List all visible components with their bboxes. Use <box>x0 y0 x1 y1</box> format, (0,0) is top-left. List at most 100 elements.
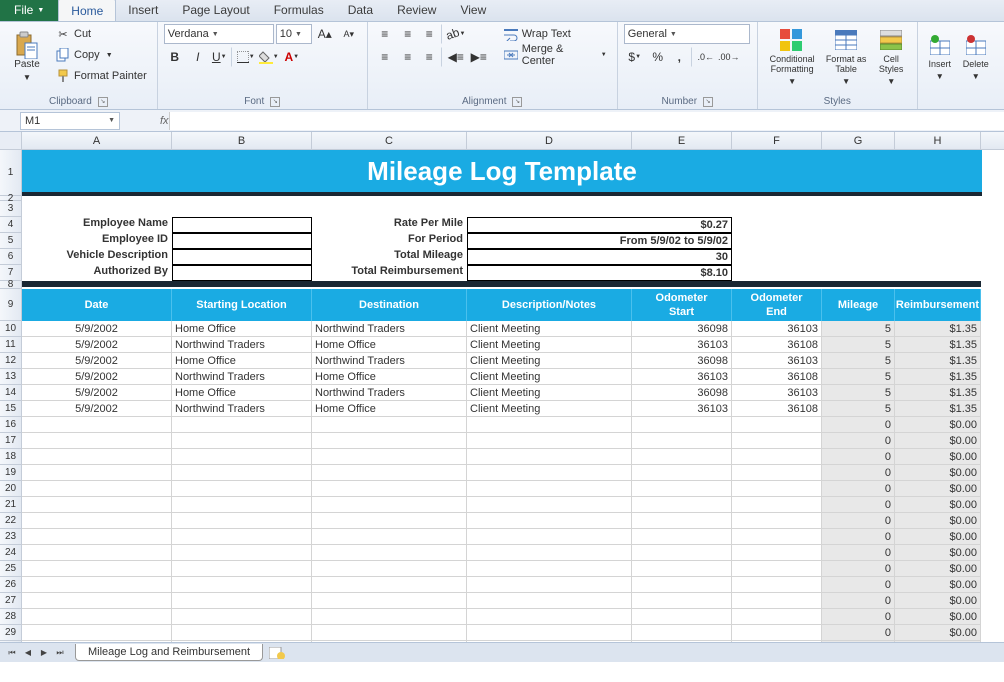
sheet-tab[interactable]: Mileage Log and Reimbursement <box>75 644 263 661</box>
row-header-22[interactable]: 22 <box>0 513 21 529</box>
sheet-nav-next[interactable]: ▶ <box>36 645 52 661</box>
row-header-16[interactable]: 16 <box>0 417 21 433</box>
cell-empty[interactable] <box>22 417 172 433</box>
cell-empty[interactable] <box>467 609 632 625</box>
cell-dest[interactable]: Northwind Traders <box>312 321 467 337</box>
formula-input[interactable] <box>169 112 1004 130</box>
align-right-button[interactable]: ≡ <box>420 47 442 67</box>
align-left-button[interactable]: ≡ <box>374 47 396 67</box>
value-rate[interactable]: $0.27 <box>467 217 732 233</box>
cell-miles[interactable]: 0 <box>822 625 895 641</box>
cell-empty[interactable] <box>22 481 172 497</box>
cell-empty[interactable] <box>467 529 632 545</box>
cell-start[interactable]: Home Office <box>172 353 312 369</box>
cell-empty[interactable] <box>467 593 632 609</box>
input-emp_id[interactable] <box>172 233 312 249</box>
row-header-11[interactable]: 11 <box>0 337 21 353</box>
merge-center-button[interactable]: Merge & Center▼ <box>500 45 611 65</box>
cell-empty[interactable] <box>467 513 632 529</box>
cell-empty[interactable] <box>732 529 822 545</box>
cell-empty[interactable] <box>632 529 732 545</box>
cell-empty[interactable] <box>732 561 822 577</box>
menu-tab-page-layout[interactable]: Page Layout <box>170 0 261 21</box>
row-header-10[interactable]: 10 <box>0 321 21 337</box>
col-header-odometer-start[interactable]: OdometerStart <box>632 289 732 321</box>
cell-empty[interactable] <box>312 609 467 625</box>
cell-odend[interactable]: 36108 <box>732 369 822 385</box>
cell-miles[interactable]: 0 <box>822 529 895 545</box>
cell-empty[interactable] <box>172 449 312 465</box>
cell-start[interactable]: Northwind Traders <box>172 369 312 385</box>
cell-reimb[interactable]: $0.00 <box>895 593 981 609</box>
wrap-text-button[interactable]: Wrap Text <box>500 24 611 44</box>
cell-empty[interactable] <box>467 449 632 465</box>
row-header-12[interactable]: 12 <box>0 353 21 369</box>
cell-empty[interactable] <box>732 577 822 593</box>
input-emp_name[interactable] <box>172 217 312 233</box>
cell-empty[interactable] <box>22 625 172 641</box>
cell-reimb[interactable]: $1.35 <box>895 353 981 369</box>
cell-empty[interactable] <box>632 417 732 433</box>
cell-desc[interactable]: Client Meeting <box>467 385 632 401</box>
cell-dest[interactable]: Home Office <box>312 401 467 417</box>
paste-button[interactable]: Paste ▼ <box>6 24 48 90</box>
sheet-nav-last[interactable]: ⏭ <box>52 645 68 661</box>
cell-miles[interactable]: 0 <box>822 513 895 529</box>
cell-empty[interactable] <box>632 481 732 497</box>
cell-reimb[interactable]: $1.35 <box>895 321 981 337</box>
cell-reimb[interactable]: $0.00 <box>895 625 981 641</box>
cell-reimb[interactable]: $0.00 <box>895 497 981 513</box>
cell-empty[interactable] <box>732 481 822 497</box>
cell-miles[interactable]: 0 <box>822 609 895 625</box>
cell-empty[interactable] <box>172 481 312 497</box>
cell-empty[interactable] <box>467 577 632 593</box>
sheet-nav-prev[interactable]: ◀ <box>20 645 36 661</box>
cell-empty[interactable] <box>467 417 632 433</box>
cell-empty[interactable] <box>312 593 467 609</box>
cell-empty[interactable] <box>632 433 732 449</box>
cell-empty[interactable] <box>467 465 632 481</box>
cell-odstart[interactable]: 36098 <box>632 385 732 401</box>
cell-empty[interactable] <box>22 609 172 625</box>
cell-miles[interactable]: 0 <box>822 481 895 497</box>
insert-cells-button[interactable]: Insert▼ <box>924 24 956 90</box>
grow-font-button[interactable]: A▴ <box>314 24 336 44</box>
cell-reimb[interactable]: $0.00 <box>895 433 981 449</box>
row-header-1[interactable]: 1 <box>0 150 21 196</box>
align-bottom-button[interactable]: ≡ <box>420 24 442 44</box>
cell-miles[interactable]: 5 <box>822 353 895 369</box>
row-header-14[interactable]: 14 <box>0 385 21 401</box>
format-painter-button[interactable]: Format Painter <box>52 66 151 86</box>
increase-indent-button[interactable]: ▶≡ <box>468 47 490 67</box>
cell-empty[interactable] <box>732 593 822 609</box>
cell-reimb[interactable]: $1.35 <box>895 369 981 385</box>
row-header-17[interactable]: 17 <box>0 433 21 449</box>
input-veh_desc[interactable] <box>172 249 312 265</box>
col-header-description-notes[interactable]: Description/Notes <box>467 289 632 321</box>
cell-empty[interactable] <box>312 577 467 593</box>
dialog-launcher-icon[interactable]: ↘ <box>512 97 522 107</box>
cell-miles[interactable]: 0 <box>822 561 895 577</box>
row-header-29[interactable]: 29 <box>0 625 21 641</box>
cell-empty[interactable] <box>22 529 172 545</box>
cell-odstart[interactable]: 36098 <box>632 321 732 337</box>
cell-start[interactable]: Home Office <box>172 321 312 337</box>
cell-empty[interactable] <box>312 545 467 561</box>
row-header-18[interactable]: 18 <box>0 449 21 465</box>
row-header-6[interactable]: 6 <box>0 249 21 265</box>
cell-odstart[interactable]: 36103 <box>632 401 732 417</box>
cell-empty[interactable] <box>632 609 732 625</box>
row-header-21[interactable]: 21 <box>0 497 21 513</box>
cell-empty[interactable] <box>172 577 312 593</box>
new-sheet-button[interactable] <box>267 646 287 660</box>
menu-tab-insert[interactable]: Insert <box>116 0 170 21</box>
sheet-nav-first[interactable]: ⏮ <box>4 645 20 661</box>
cell-empty[interactable] <box>22 561 172 577</box>
cell-empty[interactable] <box>22 433 172 449</box>
select-all-corner[interactable] <box>0 132 22 150</box>
row-header-26[interactable]: 26 <box>0 577 21 593</box>
cell-odstart[interactable]: 36103 <box>632 369 732 385</box>
input-auth_by[interactable] <box>172 265 312 281</box>
cell-miles[interactable]: 0 <box>822 465 895 481</box>
cell-desc[interactable]: Client Meeting <box>467 369 632 385</box>
